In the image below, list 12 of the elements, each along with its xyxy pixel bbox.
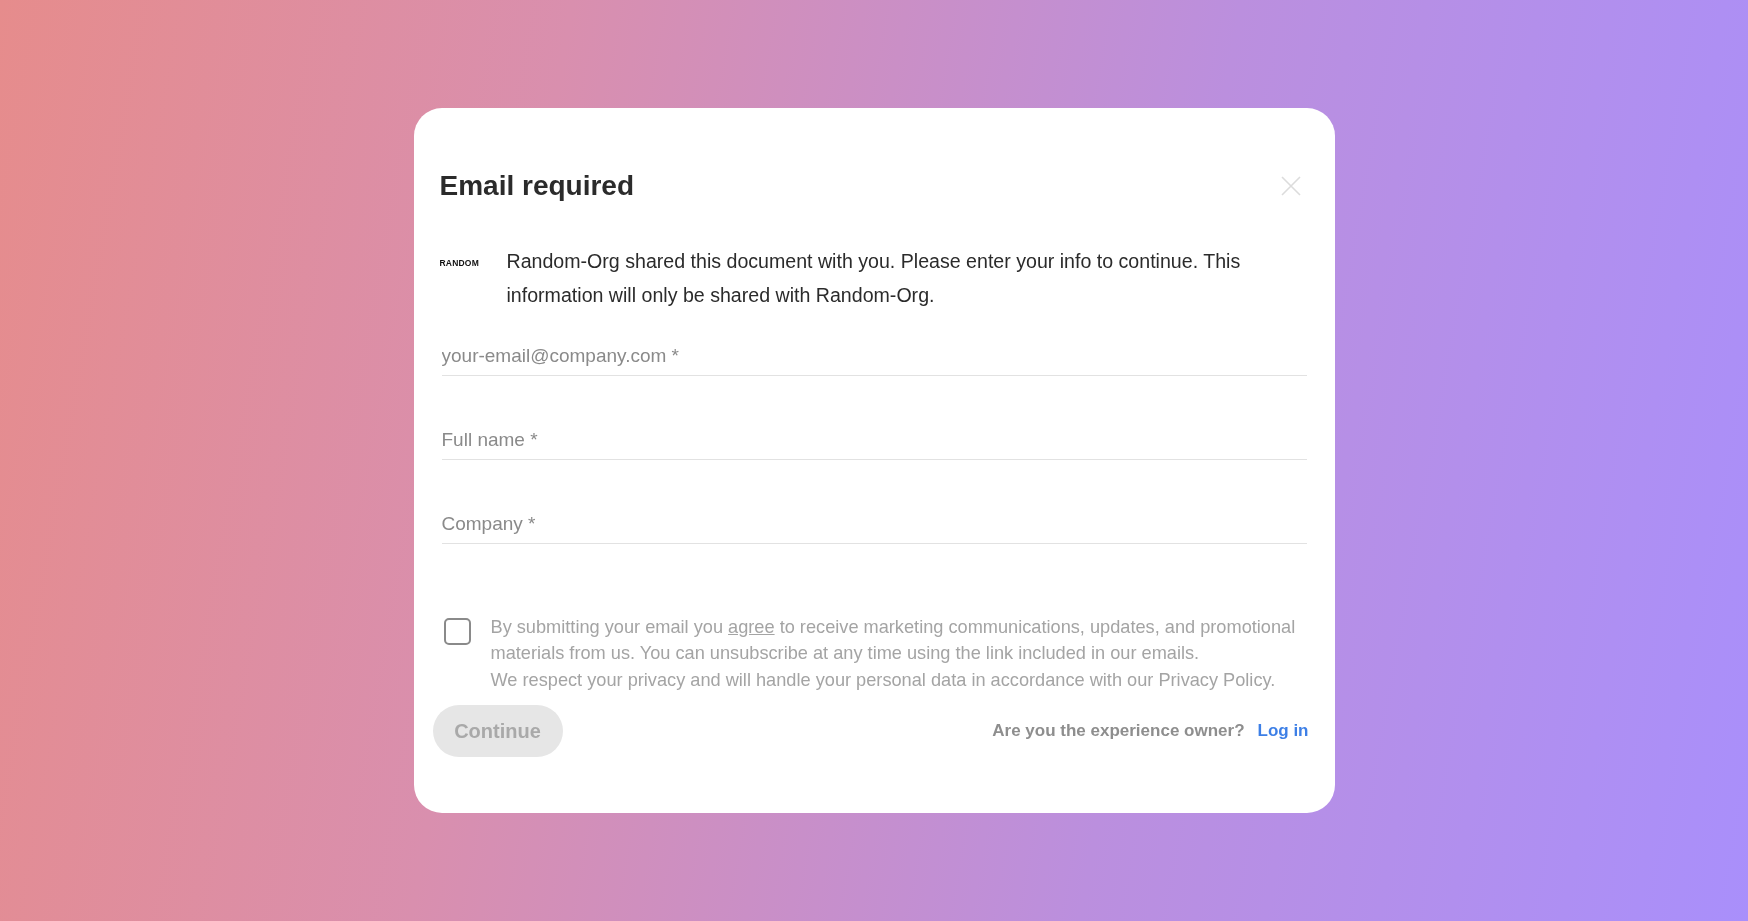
input-field[interactable]: your-email@company.com *	[441, 340, 1307, 376]
owner-question: Are you the experience owner?	[992, 721, 1245, 742]
input-field[interactable]: Full name *	[441, 424, 1307, 460]
logo: RANDOM	[439, 257, 480, 268]
login-link[interactable]: Log in	[1257, 721, 1309, 742]
consent-text: By submitting your email you agree to receive marketing communications, updates, and promotional materials from us. You can unsubscribe at any time using the link included in our emails.	[490, 615, 1297, 666]
checkbox[interactable]	[443, 617, 471, 645]
agree-link[interactable]: agree	[728, 616, 775, 637]
privacy-text: We respect your privacy and will handle your personal data in accordance with our Privacy Policy.	[490, 668, 1277, 692]
dialog-title: Email required	[439, 169, 634, 203]
message-text: Random-Org shared this document with you. Please enter your info to continue. This information will only be shared with Random-Org.	[506, 248, 1242, 308]
input-field[interactable]: Company *	[441, 508, 1307, 544]
